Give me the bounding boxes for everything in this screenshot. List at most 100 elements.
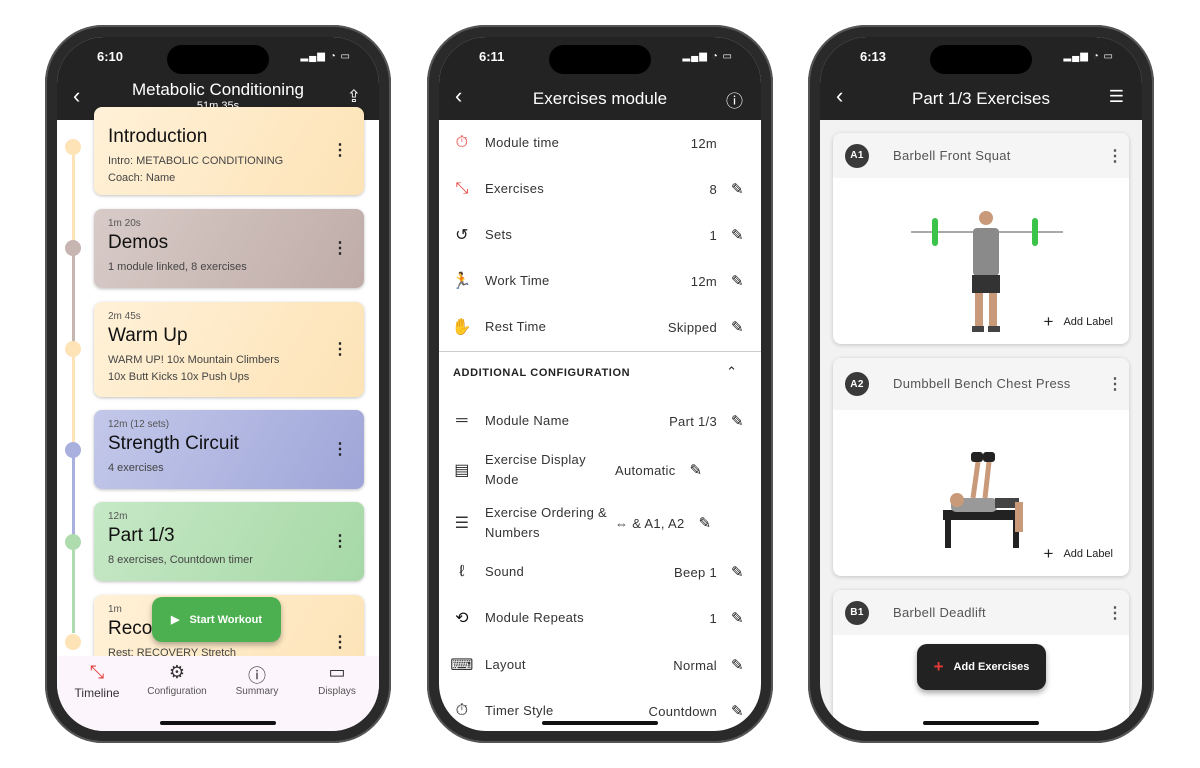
edit-icon[interactable]: ✎ <box>731 226 761 244</box>
setting-value: 8 <box>709 181 717 197</box>
edit-icon[interactable]: ✎ <box>731 272 761 290</box>
repeat-icon: ↺ <box>455 227 469 244</box>
plus-icon: + <box>1043 312 1054 331</box>
more-icon[interactable]: ⋮ <box>332 240 348 256</box>
more-icon[interactable]: ⋮ <box>332 533 348 549</box>
more-icon[interactable]: ⋮ <box>332 441 348 457</box>
phone-part-exercises: 6:13 ▂▄▆ ◔ ▭ ‹ Part 1/3 Exercises ☰ A1 Ba… <box>808 25 1154 743</box>
exercise-card[interactable]: A1 Barbell Front Squat ⋮ + Add Label <box>833 133 1129 344</box>
setting-label: Exercise Display Mode <box>485 452 586 487</box>
setting-value: Beep 1 <box>673 564 717 580</box>
card-subtitle: WARM UP! 10x Mountain Climbers 10x Butt K… <box>108 354 280 383</box>
module-card-warm-up[interactable]: 2m 45s Warm Up WARM UP! 10x Mountain Cli… <box>94 302 364 397</box>
setting-value: 12m <box>690 135 717 151</box>
exercise-name: Dumbbell Bench Chest Press <box>893 376 1071 391</box>
edit-icon[interactable]: ✎ <box>731 609 761 627</box>
nav-configuration[interactable]: ⚙ Configuration <box>137 662 217 697</box>
edit-icon[interactable]: ✎ <box>731 656 761 674</box>
list-view-icon[interactable]: ☰ <box>1109 87 1124 107</box>
timeline-line <box>72 357 75 449</box>
setting-value: 1 <box>709 227 717 243</box>
setting-row[interactable]: ↺ Sets 1 ✎ <box>439 212 761 258</box>
section-header: ADDITIONAL CONFIGURATION <box>453 367 631 379</box>
info-icon: ⓘ <box>248 666 266 686</box>
timeline-dot <box>65 534 81 550</box>
edit-icon[interactable]: ✎ <box>731 563 761 581</box>
setting-row[interactable]: ⏱Module time12m✎ <box>439 120 761 166</box>
setting-row[interactable]: ⤡ Exercises 8 ✎ <box>439 166 761 212</box>
more-icon[interactable]: ⋮ <box>1107 374 1123 394</box>
edit-icon[interactable]: ✎ <box>690 461 720 479</box>
setting-row[interactable]: 🏃 Work Time 12m ✎ <box>439 258 761 304</box>
dynamic-island <box>930 45 1032 74</box>
nav-summary[interactable]: ⓘ Summary <box>217 662 297 697</box>
status-icons: ▂▄▆ ◔ ▭ <box>300 51 351 62</box>
module-card-strength-circuit[interactable]: 12m (12 sets) Strength Circuit 4 exercis… <box>94 410 364 489</box>
more-icon[interactable]: ⋮ <box>1107 146 1123 166</box>
setting-value: Automatic <box>615 462 676 478</box>
running-icon: 🏃 <box>451 273 473 290</box>
setting-row[interactable]: ⌨ Layout Normal ✎ <box>439 642 761 688</box>
more-icon[interactable]: ⋮ <box>332 635 348 651</box>
setting-label: Layout <box>485 657 526 672</box>
nav-label: Configuration <box>147 686 207 697</box>
app-header: 6:13 ▂▄▆ ◔ ▭ ‹ Part 1/3 Exercises ☰ <box>820 37 1142 120</box>
share-button[interactable]: ⇪ <box>347 87 361 107</box>
timer-icon: ⏱ <box>455 134 469 151</box>
exercise-card[interactable]: A2 Dumbbell Bench Chest Press ⋮ + Add Label <box>833 358 1129 576</box>
edit-icon[interactable]: ✎ <box>731 318 761 336</box>
status-time: 6:10 <box>97 49 124 64</box>
setting-label: Exercises <box>485 181 545 196</box>
chevron-up-icon[interactable]: ⌃ <box>726 364 737 380</box>
nav-label: Summary <box>235 686 279 697</box>
phone-exercises-module: 6:11 ▂▄▆ ◔ ▭ ‹ Exercises module ⓘ ⏱ Modul… <box>427 25 773 743</box>
nav-displays[interactable]: ▭ Displays <box>297 662 377 697</box>
timeline-line <box>72 255 75 347</box>
status-icons: ▂▄▆ ◔ ▭ <box>682 51 733 62</box>
edit-icon[interactable]: ✎ <box>699 514 729 532</box>
nav-timeline[interactable]: ⤡ Timeline <box>57 662 137 700</box>
timeline-dot <box>65 139 81 155</box>
start-workout-button[interactable]: ▶ Start Workout <box>152 597 281 642</box>
add-label-button[interactable]: + Add Label <box>1044 544 1113 564</box>
exercises-module-screen: 6:11 ▂▄▆ ◔ ▭ ‹ Exercises module ⓘ ⏱ Modul… <box>439 37 761 731</box>
more-icon[interactable]: ⋮ <box>332 341 348 357</box>
card-duration: 1m 20s <box>108 218 141 229</box>
module-card-demos[interactable]: 1m 20s Demos 1 module linked, 8 exercise… <box>94 209 364 288</box>
add-label-text: Add Label <box>1063 316 1113 328</box>
status-time: 6:11 <box>479 49 505 64</box>
add-label-button[interactable]: + Add Label <box>1044 312 1113 332</box>
card-subtitle: 1 module linked, 8 exercises <box>108 261 247 273</box>
numbered-list-icon: ☰ <box>454 515 470 532</box>
exercise-badge: A2 <box>845 372 869 396</box>
card-subtitle: Intro: METABOLIC CONDITIONING Coach: Name <box>108 155 284 184</box>
app-header: 6:11 ▂▄▆ ◔ ▭ ‹ Exercises module ⓘ <box>439 37 761 120</box>
setting-row[interactable]: ☰ Exercise Ordering & Numbers ⇔ & A1, A2 ✎ <box>439 500 761 546</box>
edit-icon[interactable]: ✎ <box>731 180 761 198</box>
replay-icon: ⟲ <box>455 610 469 627</box>
more-icon[interactable]: ⋮ <box>332 143 348 159</box>
keyboard-icon: ⌨ <box>450 657 474 674</box>
add-exercises-button[interactable]: + Add Exercises <box>917 644 1046 690</box>
home-indicator <box>542 721 658 725</box>
setting-value: Normal <box>673 657 717 673</box>
add-exercises-label: Add Exercises <box>953 661 1030 673</box>
edit-icon[interactable]: ✎ <box>731 412 761 430</box>
exercise-name: Barbell Front Squat <box>893 147 1011 163</box>
more-icon[interactable]: ⋮ <box>1107 603 1123 623</box>
card-duration: 12m <box>108 511 128 522</box>
card-duration: 12m (12 sets) <box>108 419 170 430</box>
nav-label: Displays <box>318 686 356 697</box>
setting-row[interactable]: ▤ Exercise Display Mode Automatic ✎ <box>439 447 761 493</box>
setting-row[interactable]: ℓ Sound Beep 1 ✎ <box>439 549 761 595</box>
module-card-part-1-3[interactable]: 12m Part 1/3 8 exercises, Countdown time… <box>94 502 364 581</box>
help-button[interactable]: ⓘ <box>726 87 743 112</box>
setting-row[interactable]: ✋ Rest Time Skipped ✎ <box>439 304 761 350</box>
hand-icon: ✋ <box>451 319 473 336</box>
edit-icon[interactable]: ✎ <box>731 702 761 720</box>
setting-label: Rest Time <box>485 319 547 334</box>
stopwatch-icon: ⏱ <box>455 702 469 719</box>
setting-row[interactable]: ═ Module Name Part 1/3 ✎ <box>439 398 761 444</box>
setting-row[interactable]: ⟲ Module Repeats 1 ✎ <box>439 595 761 641</box>
module-card-introduction[interactable]: Introduction Intro: METABOLIC CONDITIONI… <box>94 107 364 195</box>
